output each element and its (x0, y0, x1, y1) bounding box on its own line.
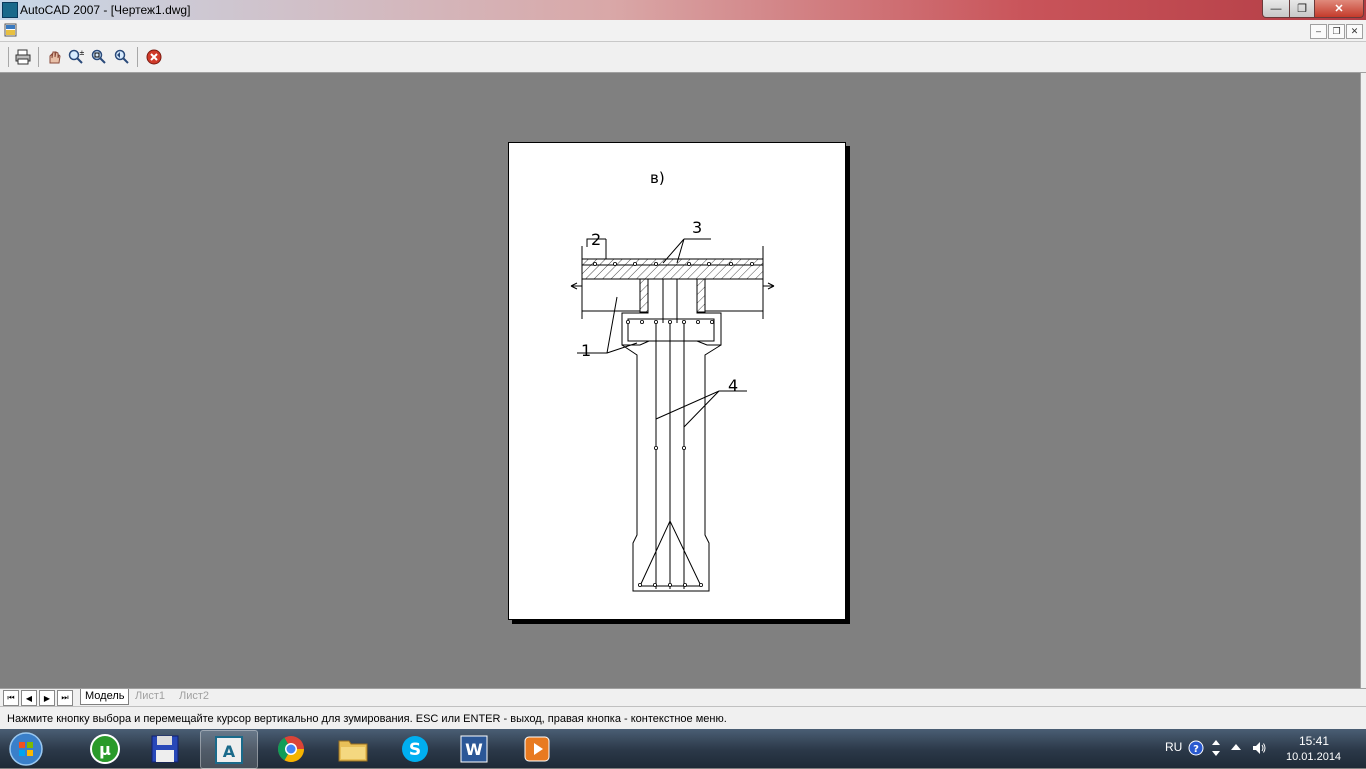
autocad-app-icon[interactable] (2, 2, 18, 18)
tab-sheet2[interactable]: Лист2 (175, 689, 213, 704)
windows-taskbar: µ A S W RU ? 15:41 10.01.2014 (0, 729, 1366, 769)
drawing-caption: в) (650, 169, 665, 187)
window-minimize-button[interactable]: — (1262, 0, 1290, 18)
system-tray: RU ? 15:41 10.01.2014 (1155, 729, 1366, 768)
help-icon[interactable]: ? (1188, 740, 1204, 756)
callout-3: 3 (692, 218, 702, 237)
tbeam-section-drawing: в) 1 2 3 4 (570, 169, 775, 592)
show-hidden-icons-icon[interactable] (1230, 741, 1242, 753)
chrome-icon[interactable] (263, 730, 319, 767)
windows-logo-icon (9, 732, 43, 766)
preview-toolbar: ± (0, 42, 1366, 73)
toolbar-grip (8, 47, 9, 67)
clock-time[interactable]: 15:41 (1299, 734, 1329, 748)
svg-text:S: S (409, 740, 421, 760)
skype-icon[interactable]: S (387, 730, 443, 767)
status-message: Нажмите кнопку выбора и перемещайте курс… (7, 713, 727, 725)
next-tab-button[interactable]: ▶ (39, 690, 55, 706)
close-preview-icon[interactable] (145, 48, 163, 66)
vertical-scrollbar[interactable] (1360, 73, 1366, 688)
last-tab-button[interactable]: ⏭ (57, 690, 73, 706)
drawing-document-icon[interactable] (4, 23, 18, 37)
callout-4: 4 (728, 376, 738, 395)
tray-arrows-icon[interactable] (1211, 738, 1221, 758)
toolbar-separator (38, 47, 39, 67)
first-tab-button[interactable]: ⏮ (3, 690, 19, 706)
floppy-icon[interactable] (137, 730, 193, 767)
layout-tab-strip: ⏮ ◀ ▶ ⏭ Модель Лист1 Лист2 (0, 688, 1366, 706)
tab-sheet1[interactable]: Лист1 (131, 689, 169, 704)
svg-text:µ: µ (99, 740, 111, 759)
window-maximize-button[interactable]: ❐ (1289, 0, 1315, 18)
toolbar-separator (137, 47, 138, 67)
utorrent-icon[interactable]: µ (77, 730, 133, 767)
tab-model[interactable]: Модель (80, 689, 130, 705)
zoom-previous-icon[interactable] (113, 48, 131, 66)
start-button[interactable] (3, 731, 49, 767)
language-indicator[interactable]: RU (1165, 740, 1182, 754)
document-menu-bar: – ❐ ✕ (0, 20, 1366, 42)
document-restore-button[interactable]: ❐ (1328, 24, 1345, 39)
svg-text:W: W (465, 740, 483, 759)
callout-2: 2 (591, 230, 601, 249)
svg-text:?: ? (1193, 744, 1199, 755)
callout-1: 1 (581, 341, 591, 360)
window-title: AutoCAD 2007 - [Чертеж1.dwg] (20, 3, 191, 17)
document-close-button[interactable]: ✕ (1346, 24, 1363, 39)
svg-text:±: ± (79, 49, 84, 57)
svg-text:A: A (223, 742, 236, 761)
zoom-realtime-icon[interactable]: ± (67, 48, 85, 66)
document-minimize-button[interactable]: – (1310, 24, 1327, 39)
word-icon[interactable]: W (446, 730, 502, 767)
window-close-button[interactable]: ✕ (1314, 0, 1364, 18)
zoom-window-icon[interactable] (90, 48, 108, 66)
drawing-sheet[interactable]: в) 1 2 3 4 (508, 142, 846, 620)
print-icon[interactable] (14, 48, 32, 66)
window-title-bar[interactable]: AutoCAD 2007 - [Чертеж1.dwg] — ❐ ✕ (0, 0, 1366, 20)
explorer-icon[interactable] (325, 730, 381, 767)
clock-date[interactable]: 10.01.2014 (1286, 751, 1341, 763)
status-bar: Нажмите кнопку выбора и перемещайте курс… (0, 706, 1366, 730)
pan-icon[interactable] (45, 48, 63, 66)
media-player-icon[interactable] (509, 730, 565, 767)
autocad-icon[interactable]: A (200, 730, 258, 769)
volume-icon[interactable] (1251, 740, 1267, 756)
previous-tab-button[interactable]: ◀ (21, 690, 37, 706)
